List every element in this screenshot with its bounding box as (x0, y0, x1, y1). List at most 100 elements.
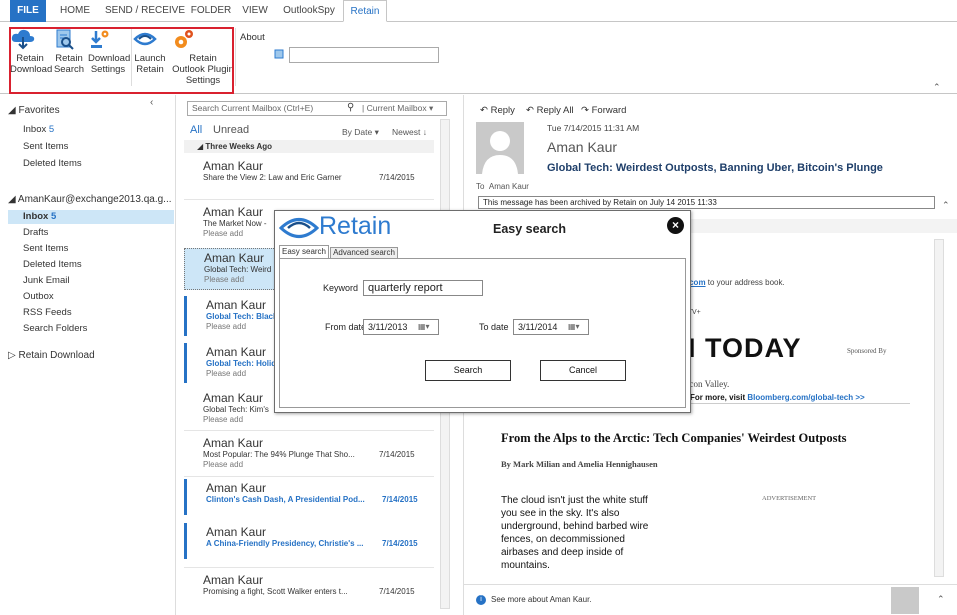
search-button[interactable]: Search (425, 360, 511, 381)
message-subject: Promising a fight, Scott Walker enters t… (203, 587, 348, 596)
dialog-title: Easy search (493, 222, 566, 236)
easy-search-dialog: Retain Easy search × Easy search Advance… (274, 210, 691, 413)
message-date: 7/14/2015 (382, 539, 418, 548)
message-sender: Aman Kaur (203, 436, 264, 450)
ribbon-text-input[interactable] (289, 47, 439, 63)
filter-all[interactable]: All (190, 124, 202, 136)
folder-drafts[interactable]: Drafts (23, 227, 48, 238)
see-more-link[interactable]: See more about Aman Kaur. (491, 595, 592, 604)
retain-group-highlight (9, 27, 234, 94)
tab-home[interactable]: HOME (58, 0, 92, 22)
collapse-pane-icon[interactable]: ‹ (150, 97, 153, 108)
message-item[interactable]: Aman Kaur Promising a fight, Scott Walke… (184, 571, 446, 607)
ribbon-tab-bar: FILE HOME SEND / RECEIVE FOLDER VIEW Out… (0, 0, 957, 22)
collapsed-icon: ▷ (8, 350, 19, 361)
reply-all-button[interactable]: ↶ Reply All (526, 105, 574, 116)
message-sender: Aman Kaur (204, 251, 265, 265)
folder-search-folders[interactable]: Search Folders (23, 323, 87, 334)
reply-button[interactable]: ↶ Reply (480, 105, 515, 116)
folder-sent-items[interactable]: Sent Items (23, 243, 68, 254)
tab-easy-search[interactable]: Easy search (279, 245, 329, 259)
message-sender: Aman Kaur (547, 139, 618, 155)
newsletter-banner: H TODAY (676, 333, 802, 363)
message-item[interactable]: Aman Kaur Clinton's Cash Dash, A Preside… (184, 479, 446, 515)
tab-folder[interactable]: FOLDER (190, 0, 232, 22)
favorite-inbox[interactable]: Inbox 5 (23, 124, 54, 135)
message-preview: Please add (204, 275, 245, 284)
expand-icon: ◢ (8, 194, 18, 205)
message-subject: Most Popular: The 94% Plunge That Sho... (203, 450, 355, 459)
calendar-icon[interactable]: ▦▾ (418, 320, 430, 334)
message-separator (184, 567, 434, 568)
article-body: The cloud isn't just the white stuff you… (501, 495, 649, 571)
keyword-input[interactable]: quarterly report (363, 280, 483, 296)
tab-view[interactable]: VIEW (241, 0, 269, 22)
message-separator (184, 430, 434, 431)
about-button[interactable]: About (240, 32, 265, 43)
message-preview: Please add (203, 460, 244, 469)
search-input[interactable]: Search Current Mailbox (Ctrl+E) (192, 103, 313, 113)
folder-deleted-items[interactable]: Deleted Items (23, 259, 82, 270)
people-pane: i See more about Aman Kaur. ⌃ (464, 584, 957, 615)
keyword-label: Keyword (323, 283, 359, 293)
article-headline: From the Alps to the Arctic: Tech Compan… (501, 431, 847, 445)
message-subject: Global Tech: Weirdest Outposts, Banning … (547, 162, 883, 174)
ribbon-divider (235, 28, 236, 86)
search-icon[interactable]: ⚲ (347, 102, 354, 113)
from-date-picker[interactable]: 3/11/2013 ▦▾ (363, 319, 439, 335)
message-preview: Please add (203, 415, 244, 424)
search-scope-dropdown[interactable]: | Current Mailbox ▾ (362, 103, 433, 114)
retain-logo (279, 213, 319, 243)
message-datetime: Tue 7/14/2015 11:31 AM (547, 123, 640, 133)
collapse-ribbon-icon[interactable]: ⌃ (933, 82, 941, 93)
folder-pane: ‹ ◢ Favorites Inbox 5 Sent Items Deleted… (0, 95, 176, 615)
message-preview: Please add (206, 322, 247, 331)
sort-by-dropdown[interactable]: By Date ▾ (342, 127, 379, 138)
cancel-button[interactable]: Cancel (540, 360, 626, 381)
to-line: To Aman Kaur (476, 182, 529, 191)
expand-header-icon[interactable]: ⌃ (942, 200, 950, 211)
reply-icon: ↶ (480, 105, 491, 116)
message-date: 7/14/2015 (379, 587, 415, 596)
archived-notice: This message has been archived by Retain… (478, 196, 935, 209)
retain-swoosh-icon (279, 218, 319, 238)
folder-rss-feeds[interactable]: RSS Feeds (23, 307, 72, 318)
calendar-icon[interactable]: ▦▾ (568, 320, 580, 334)
reply-all-icon: ↶ (526, 105, 537, 116)
message-sender: Aman Kaur (206, 298, 267, 312)
favorites-header[interactable]: ◢ Favorites (8, 105, 60, 116)
filter-unread[interactable]: Unread (213, 124, 249, 136)
tab-retain[interactable]: Retain (343, 0, 387, 22)
expand-people-icon[interactable]: ⌃ (937, 594, 945, 605)
tab-file[interactable]: FILE (10, 0, 46, 22)
message-subject: Global Tech: Kim's (203, 405, 269, 414)
account-header[interactable]: ◢ AmanKaur@exchange2013.qa.g... (8, 194, 172, 205)
search-box[interactable]: Search Current Mailbox (Ctrl+E) ⚲ | Curr… (187, 101, 447, 116)
forward-icon: ↷ (581, 105, 592, 116)
favorite-sent-items[interactable]: Sent Items (23, 141, 68, 152)
message-item[interactable]: Aman Kaur Most Popular: The 94% Plunge T… (184, 434, 446, 474)
retain-logo-text: Retain (319, 212, 392, 240)
message-subject: Global Tech: Holid (206, 359, 277, 368)
advertisement-label: ADVERTISEMENT (762, 495, 817, 502)
close-icon[interactable]: × (667, 217, 684, 234)
people-avatar (891, 587, 919, 614)
folder-inbox[interactable]: Inbox 5 (23, 211, 56, 222)
message-item[interactable]: Aman Kaur Share the View 2: Law and Eric… (184, 157, 446, 197)
folder-outbox[interactable]: Outbox (23, 291, 54, 302)
to-date-label: To date (479, 322, 509, 332)
group-header-label: ◢ Three Weeks Ago (197, 142, 273, 151)
sort-order-toggle[interactable]: Newest ↓ (392, 127, 427, 137)
retain-download-folder[interactable]: ▷ Retain Download (8, 350, 95, 361)
tab-outlookspy[interactable]: OutlookSpy (278, 0, 340, 22)
tab-send-receive[interactable]: SEND / RECEIVE (104, 0, 186, 22)
to-date-picker[interactable]: 3/11/2014 ▦▾ (513, 319, 589, 335)
folder-junk-email[interactable]: Junk Email (23, 275, 69, 286)
message-subject: Share the View 2: Law and Eric Garner (203, 173, 342, 182)
message-sender: Aman Kaur (203, 205, 264, 219)
reading-scrollbar[interactable] (934, 239, 944, 577)
message-preview: Please add (203, 229, 244, 238)
favorite-deleted-items[interactable]: Deleted Items (23, 158, 82, 169)
message-item[interactable]: Aman Kaur A China-Friendly Presidency, C… (184, 523, 446, 559)
forward-button[interactable]: ↷ Forward (581, 105, 626, 116)
